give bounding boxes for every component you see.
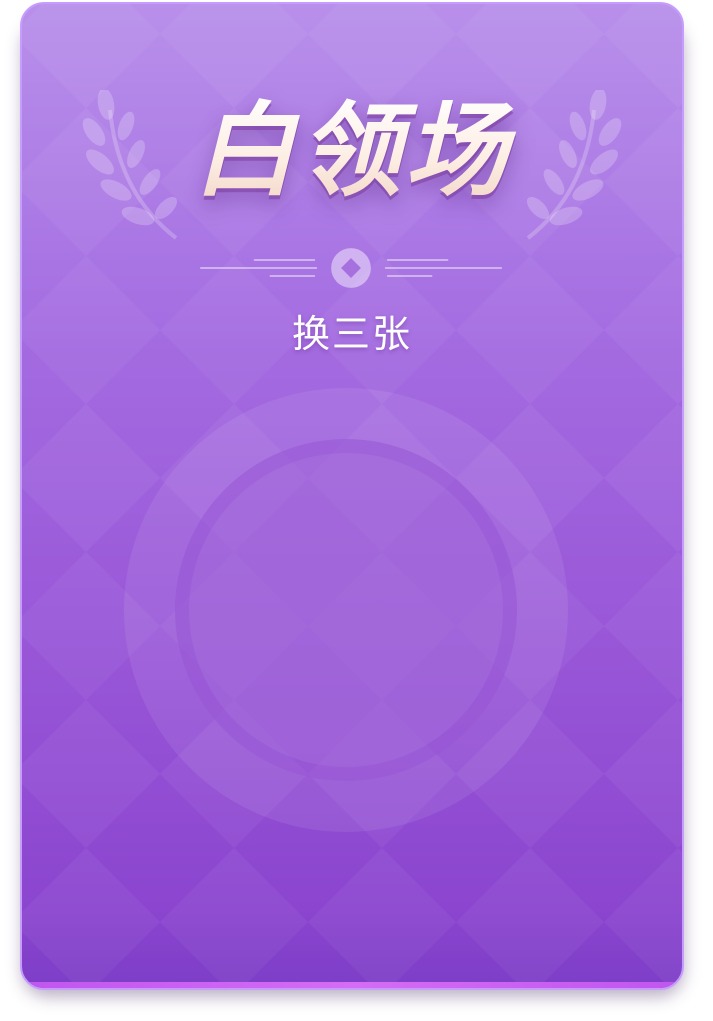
game-screen: 白领场 换三张 (0, 0, 713, 1021)
title-divider (199, 248, 503, 288)
diamond-coin-icon (331, 248, 371, 288)
ring-icon (124, 388, 568, 832)
title-area: 白领场 (22, 90, 682, 240)
card-title: 白领场 (22, 90, 682, 214)
mode-card[interactable]: 白领场 换三张 (20, 2, 684, 990)
card-subtitle: 换三张 (291, 312, 412, 356)
